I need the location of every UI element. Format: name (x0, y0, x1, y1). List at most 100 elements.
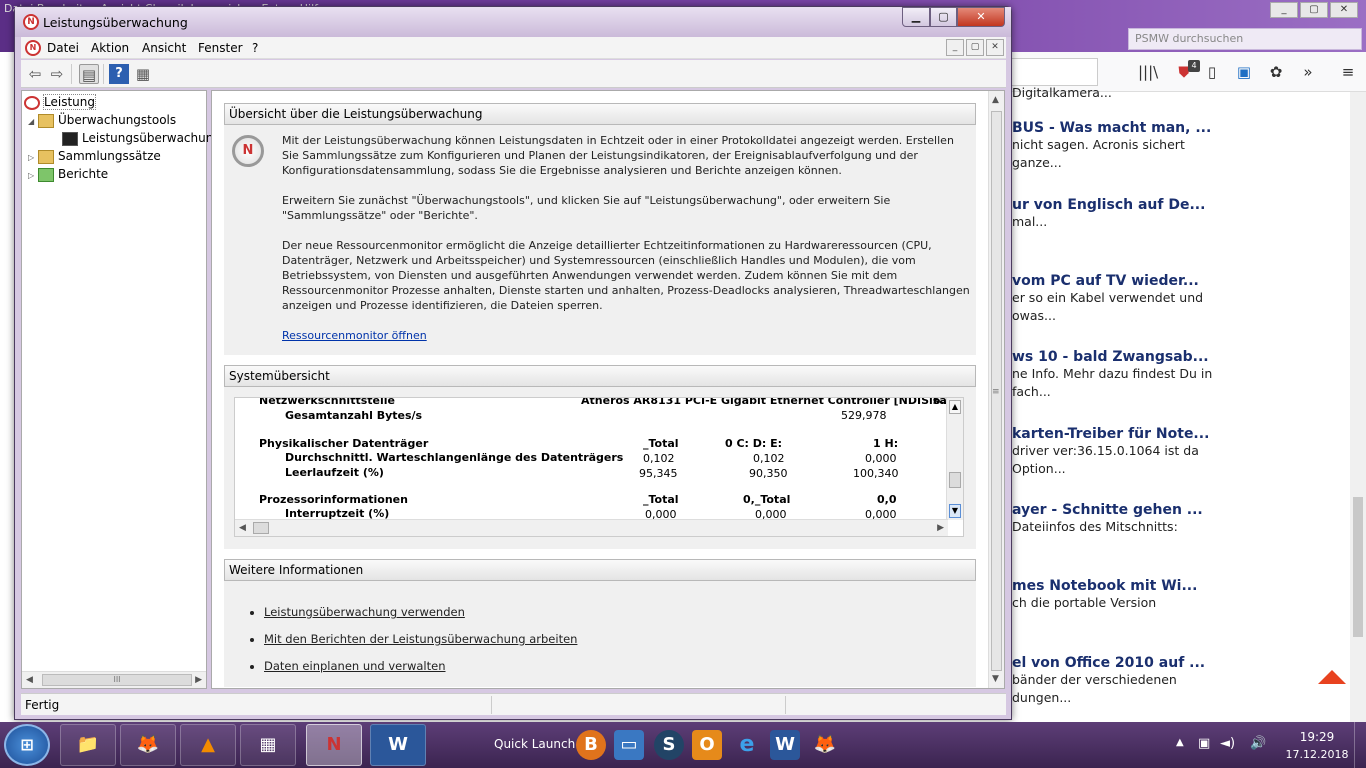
article-6[interactable]: ayer - Schnitte gehen ... Dateiinfos des… (1012, 502, 1347, 536)
bandicam-icon[interactable]: B (576, 730, 606, 760)
help-icon[interactable]: ? (109, 64, 129, 84)
control-panel-icon[interactable]: ▦ (240, 724, 296, 766)
disk-row-0-val-1: 0,102 (753, 452, 785, 465)
menu-fenster[interactable]: Fenster (198, 41, 243, 55)
link-schedule-data[interactable]: Daten einplanen und verwalten (264, 659, 446, 673)
menu-aktion[interactable]: Aktion (91, 41, 129, 55)
scroll-up-icon[interactable]: ▲ (949, 400, 961, 414)
scroll-left-icon[interactable]: ◀ (26, 675, 33, 685)
steam-icon[interactable]: S (654, 730, 684, 760)
tree-item-tools[interactable]: ◢ Überwachungstools (28, 111, 176, 129)
title-bar[interactable]: N Leistungsüberwachung ▁ ▢ ✕ (15, 7, 1011, 37)
mdi-restore-button[interactable]: ▢ (966, 39, 984, 56)
scroll-to-top-icon[interactable] (1318, 670, 1346, 684)
start-button[interactable]: ⊞ (4, 724, 50, 766)
grid-vertical-scrollbar[interactable]: ▲ ▼ (946, 398, 963, 520)
article-1[interactable]: BUS - Was macht man, ... nicht sagen. Ac… (1012, 120, 1347, 172)
browser-scrollbar[interactable] (1350, 92, 1366, 722)
maximize-button[interactable]: ▢ (930, 7, 957, 27)
show-desktop-button[interactable] (1354, 722, 1366, 768)
back-arrow-icon[interactable]: ⇦ (25, 64, 45, 84)
volume-icon[interactable]: 🔊 (1250, 736, 1266, 751)
explorer-icon[interactable]: 📁 (60, 724, 116, 766)
tree-item-reports[interactable]: ▷ Berichte (28, 165, 108, 183)
grid-hscroll-thumb[interactable] (253, 522, 269, 534)
cpu-col-2: 0,0 (877, 493, 897, 506)
net-adapter: Atheros AR8131 PCI-E Gigabit Ethernet Co… (581, 397, 964, 407)
tray-expand-icon[interactable]: ▲ (1176, 737, 1184, 748)
link-reports[interactable]: Mit den Berichten der Leistungsüberwachu… (264, 632, 577, 646)
screenshot-icon[interactable]: ▣ (1234, 62, 1254, 82)
sidebar-icon[interactable]: ▯ (1202, 62, 1222, 82)
scroll-down-icon[interactable]: ▼ (949, 504, 961, 518)
desktop-icon[interactable]: ▭ (614, 730, 644, 760)
perfmon-task-icon[interactable]: N (306, 724, 362, 766)
folder-icon (38, 149, 54, 164)
menu-help[interactable]: ? (252, 41, 258, 55)
perfmon-app-icon[interactable]: N (23, 14, 39, 30)
firefox-quick-icon[interactable]: 🦊 (810, 730, 840, 760)
content-vertical-scrollbar[interactable]: ▲ ≡ ▼ (988, 91, 1004, 688)
grid-horizontal-scrollbar[interactable]: ◀ ▶ (235, 519, 948, 536)
properties-icon[interactable]: ▦ (133, 64, 153, 84)
show-hide-tree-icon[interactable]: ▤ (79, 64, 99, 84)
grid-vscroll-thumb[interactable] (949, 472, 961, 488)
browser-maximize-button[interactable]: ▢ (1300, 2, 1328, 18)
firefox-icon[interactable]: 🦊 (120, 724, 176, 766)
minimize-button[interactable]: ▁ (902, 7, 930, 27)
collapsed-triangle-icon[interactable]: ▷ (28, 167, 38, 185)
speaker-icon[interactable]: ◄) (1220, 736, 1235, 751)
disk-row-0-label: Durchschnittl. Warteschlangenlänge des D… (285, 451, 624, 464)
content-scroll-thumb[interactable]: ≡ (991, 111, 1002, 671)
menu-ansicht[interactable]: Ansicht (142, 41, 186, 55)
article-8[interactable]: el von Office 2010 auf ... bänder der ve… (1012, 655, 1347, 707)
close-button[interactable]: ✕ (957, 7, 1005, 27)
resource-monitor-link[interactable]: Ressourcenmonitor öffnen (282, 329, 427, 342)
article-2[interactable]: ur von Englisch auf De... mal... (1012, 197, 1347, 231)
disk-row-1-label: Leerlaufzeit (%) (285, 466, 384, 479)
menu-datei[interactable]: Datei (47, 41, 79, 55)
scroll-up-icon[interactable]: ▲ (992, 95, 999, 105)
tree-scroll-thumb[interactable]: III (42, 674, 192, 686)
scroll-down-icon[interactable]: ▼ (992, 674, 999, 684)
tree-item-sets[interactable]: ▷ Sammlungssätze (28, 147, 161, 165)
clock-time[interactable]: 19:29 (1294, 730, 1340, 744)
mdi-minimize-button[interactable]: _ (946, 39, 964, 56)
vlc-icon[interactable]: ▲ (180, 724, 236, 766)
disk-row-0-val-2: 0,000 (865, 452, 897, 465)
article-4[interactable]: ws 10 - bald Zwangsab... ne Info. Mehr d… (1012, 349, 1347, 401)
disk-col-0: _Total (643, 437, 679, 450)
network-icon[interactable]: ▣ (1198, 736, 1210, 751)
tree-horizontal-scrollbar[interactable]: ◀ III ▶ (22, 671, 206, 688)
browser-scroll-thumb[interactable] (1353, 497, 1363, 637)
tree-item-leistung[interactable]: Leistung (24, 93, 96, 111)
scroll-right-icon[interactable]: ▶ (937, 523, 944, 533)
mdi-close-button[interactable]: ✕ (986, 39, 1004, 56)
scroll-left-icon[interactable]: ◀ (239, 523, 246, 533)
overflow-icon[interactable]: » (1298, 62, 1318, 82)
forward-arrow-icon[interactable]: ⇨ (47, 64, 67, 84)
disk-row-1-val-1: 90,350 (749, 467, 788, 480)
browser-minimize-button[interactable]: _ (1270, 2, 1298, 18)
hamburger-menu-icon[interactable]: ≡ (1338, 62, 1358, 82)
link-use-perfmon[interactable]: Leistungsüberwachung verwenden (264, 605, 465, 619)
word-icon[interactable]: W (370, 724, 426, 766)
outlook-icon[interactable]: O (692, 730, 722, 760)
ie-icon[interactable]: e (732, 730, 762, 760)
browser-close-button[interactable]: ✕ (1330, 2, 1358, 18)
tree-item-monitor[interactable]: Leistungsüberwachung (62, 129, 221, 147)
clock-date[interactable]: 17.12.2018 (1284, 748, 1350, 761)
browser-url-field[interactable] (1010, 58, 1098, 86)
article-7[interactable]: mes Notebook mit Wi... ch die portable V… (1012, 578, 1347, 612)
browser-search-input[interactable]: PSMW durchsuchen (1128, 28, 1362, 50)
expanded-triangle-icon[interactable]: ◢ (28, 113, 38, 131)
addon-icon[interactable]: ✿ (1266, 62, 1286, 82)
word-quick-icon[interactable]: W (770, 730, 800, 760)
article-5[interactable]: karten-Treiber für Note... driver ver:36… (1012, 426, 1347, 478)
scroll-right-icon[interactable]: ▶ (195, 675, 202, 685)
mdi-app-icon[interactable]: N (25, 40, 41, 56)
browser-window-controls: _ ▢ ✕ (1270, 2, 1358, 18)
library-icon[interactable]: |||\ (1138, 62, 1158, 82)
article-3[interactable]: vom PC auf TV wieder... er so ein Kabel … (1012, 273, 1347, 325)
scroll-grip: ≡ (992, 387, 1000, 397)
